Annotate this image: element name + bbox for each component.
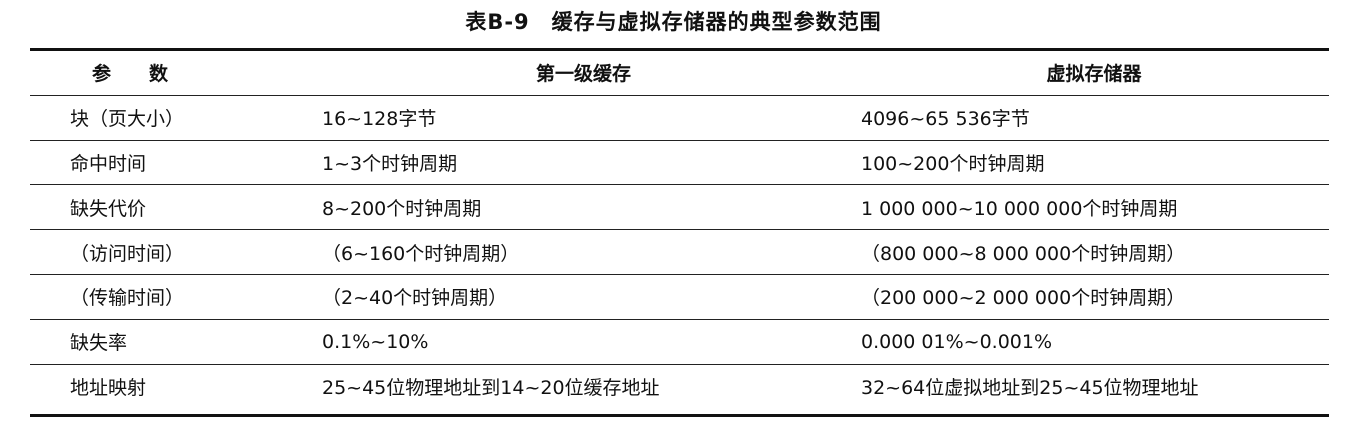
virtual-memory-value: （800 000~8 000 000个时钟周期）: [859, 229, 1329, 275]
virtual-memory-value: 100~200个时钟周期: [859, 140, 1329, 186]
row-label: （传输时间）: [30, 274, 308, 320]
l1-cache-value: 0.1%~10%: [308, 319, 859, 365]
table-row: 块（页大小） 16~128字节 4096~65 536字节: [30, 95, 1329, 141]
virtual-memory-value: 4096~65 536字节: [859, 95, 1329, 141]
l1-cache-value: 16~128字节: [308, 95, 859, 141]
row-label: 命中时间: [30, 140, 308, 186]
table-row: 缺失率 0.1%~10% 0.000 01%~0.001%: [30, 319, 1329, 365]
row-label: 缺失代价: [30, 184, 308, 231]
row-label: 地址映射: [70, 376, 147, 399]
row-label: 块（页大小）: [30, 95, 308, 141]
table-caption: 表B-9 缓存与虚拟存储器的典型参数范围: [0, 6, 1347, 36]
table-row: （传输时间） （2~40个时钟周期） （200 000~2 000 000个时钟…: [30, 274, 1329, 320]
row-label: （访问时间）: [30, 229, 308, 275]
l1-cache-value: （2~40个时钟周期）: [308, 274, 859, 320]
l1-cache-value: 25~45位物理地址到14~20位缓存地址: [322, 376, 660, 399]
table-bottom-rule: [30, 414, 1329, 417]
document-page: 表B-9 缓存与虚拟存储器的典型参数范围 参 数 第一级缓存 虚拟存储器 块（页大…: [0, 0, 1347, 436]
table-title: 缓存与虚拟存储器的典型参数范围: [551, 10, 882, 34]
header-parameter: 参 数: [30, 51, 308, 96]
row-label: 缺失率: [30, 319, 308, 365]
table-number: 表B-9: [465, 10, 530, 34]
virtual-memory-value: 32~64位虚拟地址到25~45位物理地址: [861, 376, 1199, 399]
virtual-memory-value: 0.000 01%~0.001%: [859, 319, 1329, 365]
table-row: （访问时间） （6~160个时钟周期） （800 000~8 000 000个时…: [30, 229, 1329, 275]
table-row: 地址映射 25~45位物理地址到14~20位缓存地址 32~64位虚拟地址到25…: [30, 364, 1329, 408]
l1-cache-value: 1~3个时钟周期: [308, 140, 859, 186]
header-l1-cache: 第一级缓存: [308, 51, 859, 96]
parameter-table: 参 数 第一级缓存 虚拟存储器 块（页大小） 16~128字节 4096~65 …: [30, 51, 1329, 408]
l1-cache-value: （6~160个时钟周期）: [308, 229, 859, 275]
table-row: 缺失代价 8~200个时钟周期 1 000 000~10 000 000个时钟周…: [30, 184, 1329, 231]
virtual-memory-value: 1 000 000~10 000 000个时钟周期: [859, 184, 1329, 231]
table-header-row: 参 数 第一级缓存 虚拟存储器: [30, 51, 1329, 96]
virtual-memory-value: （200 000~2 000 000个时钟周期）: [859, 274, 1329, 320]
header-virtual-memory: 虚拟存储器: [859, 51, 1329, 96]
l1-cache-value: 8~200个时钟周期: [308, 184, 859, 231]
table-row: 命中时间 1~3个时钟周期 100~200个时钟周期: [30, 140, 1329, 186]
